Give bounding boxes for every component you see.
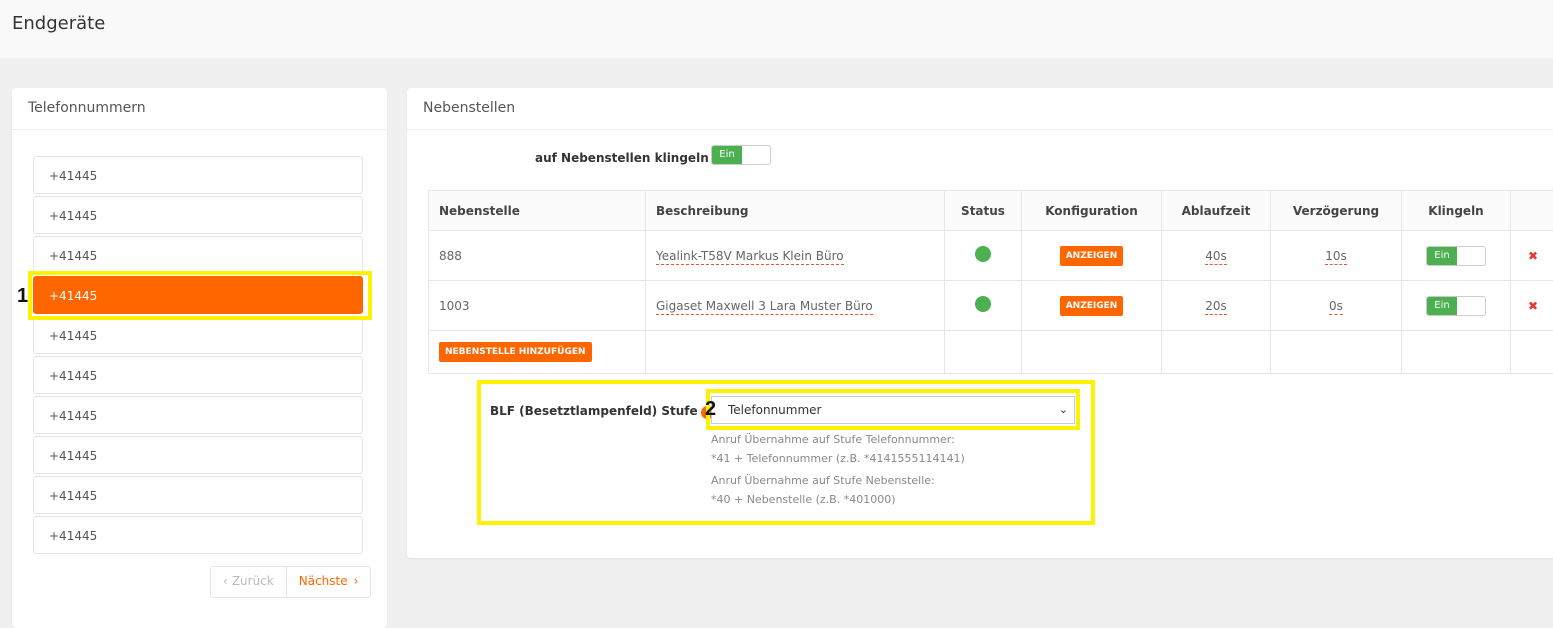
phone-numbers-card: Telefonnummern +41445 +41445 +41445 +414…	[12, 88, 387, 628]
phone-number-item[interactable]: +41445	[33, 356, 363, 394]
annotation-marker-1: 1	[17, 285, 28, 308]
pagination: ‹Zurück Nächste›	[210, 566, 371, 598]
ring-extensions-toggle[interactable]: Ein	[711, 145, 771, 165]
col-header: Beschreibung	[646, 191, 945, 231]
blf-help-text: *41 + Telefonnummer (z.B. *4141555114141…	[711, 452, 965, 465]
annotation-marker-2: 2	[705, 398, 716, 421]
blf-help-text: Anruf Übernahme auf Stufe Telefonnummer:	[711, 433, 955, 446]
ring-extensions-label: auf Nebenstellen klingeln	[535, 151, 709, 165]
phone-number-item[interactable]: +41445	[33, 436, 363, 474]
timeout-value[interactable]: 20s	[1205, 299, 1227, 315]
extension-description[interactable]: Yealink-T58V Markus Klein Büro	[656, 249, 844, 265]
delay-value[interactable]: 0s	[1329, 299, 1343, 315]
status-online-icon	[975, 296, 991, 312]
table-row: 888 Yealink-T58V Markus Klein Büro ANZEI…	[429, 231, 1553, 281]
top-bar: Endgeräte	[0, 0, 1553, 58]
table-row: 1003 Gigaset Maxwell 3 Lara Muster Büro …	[429, 281, 1553, 331]
blf-help-text: *40 + Nebenstelle (z.B. *401000)	[711, 493, 896, 506]
phone-number-item[interactable]: +41445	[33, 476, 363, 514]
phone-number-item[interactable]: +41445	[33, 196, 363, 234]
phone-number-item[interactable]: +41445	[33, 516, 363, 554]
table-row-add: NEBENSTELLE HINZUFÜGEN	[429, 331, 1553, 374]
phone-number-item[interactable]: +41445	[33, 236, 363, 274]
table-header-row: Nebenstelle Beschreibung Status Konfigur…	[429, 191, 1553, 231]
delete-icon[interactable]: ✖	[1528, 249, 1538, 263]
extension-number: 1003	[429, 281, 646, 331]
extension-number: 888	[429, 231, 646, 281]
col-header: Klingeln	[1402, 191, 1511, 231]
col-header: Konfiguration	[1022, 191, 1162, 231]
extension-description[interactable]: Gigaset Maxwell 3 Lara Muster Büro	[656, 299, 873, 315]
status-online-icon	[975, 246, 991, 262]
col-header: Status	[945, 191, 1022, 231]
blf-help-text: Anruf Übernahme auf Stufe Nebenstelle:	[711, 474, 935, 487]
phone-number-item[interactable]: +41445	[33, 156, 363, 194]
pager-next-button[interactable]: Nächste›	[287, 567, 371, 597]
delete-icon[interactable]: ✖	[1528, 299, 1538, 313]
timeout-value[interactable]: 40s	[1205, 249, 1227, 265]
col-header-actions	[1511, 191, 1553, 231]
add-extension-button[interactable]: NEBENSTELLE HINZUFÜGEN	[439, 342, 592, 362]
page-title: Endgeräte	[12, 13, 105, 34]
chevron-right-icon: ›	[354, 574, 359, 588]
extensions-title: Nebenstellen	[407, 88, 1553, 130]
blf-level-select[interactable]: Telefonnummer ⌄	[711, 396, 1075, 424]
phone-number-item-active[interactable]: +41445	[33, 276, 363, 314]
extensions-table: Nebenstelle Beschreibung Status Konfigur…	[428, 190, 1553, 374]
extensions-card: Nebenstellen auf Nebenstellen klingeln E…	[407, 88, 1553, 558]
chevron-down-icon: ⌄	[1059, 397, 1068, 423]
delay-value[interactable]: 10s	[1325, 249, 1347, 265]
show-config-button[interactable]: ANZEIGEN	[1060, 246, 1124, 266]
col-header: Ablaufzeit	[1162, 191, 1271, 231]
show-config-button[interactable]: ANZEIGEN	[1060, 296, 1124, 316]
chevron-left-icon: ‹	[223, 574, 228, 588]
blf-label: BLF (Besetztlampenfeld) Stufei	[490, 404, 714, 419]
phone-number-item[interactable]: +41445	[33, 396, 363, 434]
ring-toggle[interactable]: Ein	[1426, 296, 1486, 316]
phone-numbers-title: Telefonnummern	[12, 88, 387, 130]
pager-prev-button[interactable]: ‹Zurück	[211, 567, 287, 597]
phone-number-item[interactable]: +41445	[33, 316, 363, 354]
col-header: Verzögerung	[1271, 191, 1402, 231]
col-header: Nebenstelle	[429, 191, 646, 231]
ring-toggle[interactable]: Ein	[1426, 246, 1486, 266]
